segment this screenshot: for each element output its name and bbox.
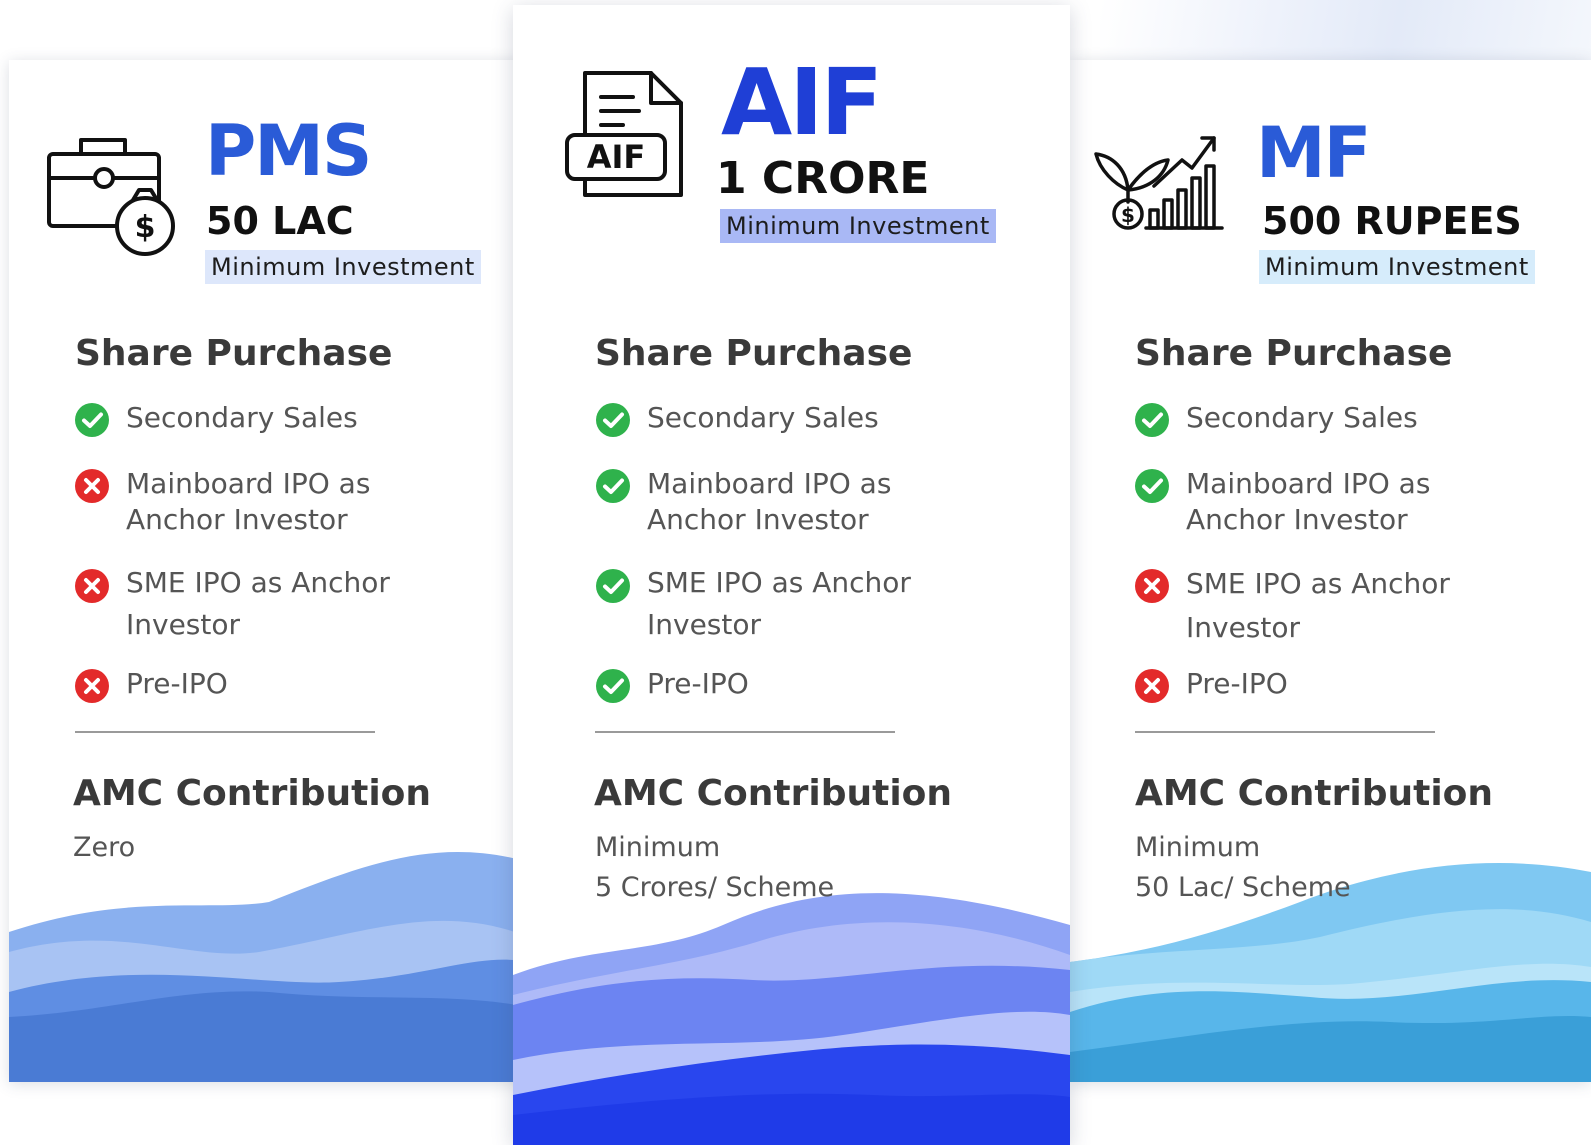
briefcase-money-icon: $ [45,128,177,260]
minimum-amount: 1 CRORE [716,153,930,204]
amc-contribution-value: Minimum 50 Lac/ Scheme [1135,828,1351,908]
feature-label: Pre-IPO [126,667,228,700]
share-purchase-title: Share Purchase [1135,333,1453,374]
pms-wave-decoration [9,851,529,1082]
feature-secondary-sales: Secondary Sales [1134,400,1554,438]
feature-label: Pre-IPO [647,667,749,700]
feature-mainboard-ipo: Mainboard IPO as Anchor Investor [595,466,915,538]
check-icon [596,469,630,503]
amc-contribution-title: AMC Contribution [594,773,953,814]
svg-text:$: $ [1121,203,1135,227]
product-name: PMS [205,110,372,192]
amc-contribution-value: Zero [73,828,135,868]
feature-label: Secondary Sales [647,401,879,434]
mf-card[interactable]: $ MF 500 RUPEES Minimum Investment Share… [1070,60,1591,1082]
amc-line-1: Minimum [595,832,721,863]
svg-text:$: $ [135,210,156,245]
minimum-investment-badge: Minimum Investment [1259,250,1535,284]
cross-icon [75,669,109,703]
feature-secondary-sales: Secondary Sales [74,400,494,438]
feature-pre-ipo: Pre-IPO [74,666,474,704]
cross-icon [75,569,109,603]
minimum-amount: 500 RUPEES [1262,199,1522,243]
cross-icon [1135,669,1169,703]
feature-mainboard-ipo: Mainboard IPO as Anchor Investor [74,466,394,538]
aif-card[interactable]: AIF AIF 1 CRORE Minimum Investment Share… [513,5,1070,1145]
share-purchase-title: Share Purchase [595,333,913,374]
feature-pre-ipo: Pre-IPO [595,666,995,704]
check-icon [596,569,630,603]
amc-contribution-title: AMC Contribution [73,773,432,814]
aif-document-icon: AIF [563,69,687,201]
divider [595,731,895,733]
feature-label: Mainboard IPO as Anchor Investor [126,467,371,536]
feature-sme-ipo: SME IPO as Anchor Investor [1134,566,1474,650]
pms-card[interactable]: $ PMS 50 LAC Minimum Investment Share Pu… [9,60,529,1082]
amc-line-1: Zero [73,832,136,863]
plant-growth-chart-icon: $ [1094,126,1224,238]
feature-label: Secondary Sales [126,401,358,434]
amc-line-1: Minimum [1135,832,1261,863]
feature-label: Secondary Sales [1186,401,1418,434]
feature-secondary-sales: Secondary Sales [595,400,1015,438]
cross-icon [1135,569,1169,603]
share-purchase-title: Share Purchase [75,333,393,374]
feature-label: SME IPO as Anchor Investor [126,566,390,641]
feature-label: SME IPO as Anchor Investor [1186,567,1450,644]
product-name: AIF [721,49,883,156]
aif-wave-decoration [513,893,1070,1145]
feature-label: Mainboard IPO as Anchor Investor [647,467,892,536]
check-icon [596,669,630,703]
check-icon [1135,469,1169,503]
feature-pre-ipo: Pre-IPO [1134,666,1534,704]
feature-label: Pre-IPO [1186,667,1288,700]
feature-sme-ipo: SME IPO as Anchor Investor [74,566,414,646]
product-name: MF [1256,112,1371,194]
minimum-investment-badge: Minimum Investment [720,209,996,243]
divider [1135,731,1435,733]
amc-line-2: 50 Lac/ Scheme [1135,872,1351,903]
amc-contribution-value: Minimum 5 Crores/ Scheme [595,828,834,908]
aif-icon-text: AIF [587,138,646,176]
minimum-amount: 50 LAC [206,199,354,243]
amc-line-2: 5 Crores/ Scheme [595,872,835,903]
check-icon [75,403,109,437]
amc-contribution-title: AMC Contribution [1135,773,1494,814]
cross-icon [75,469,109,503]
minimum-investment-badge: Minimum Investment [205,250,481,284]
feature-label: Mainboard IPO as Anchor Investor [1186,467,1431,536]
feature-label: SME IPO as Anchor Investor [647,566,911,641]
divider [75,731,375,733]
feature-sme-ipo: SME IPO as Anchor Investor [595,566,935,646]
feature-mainboard-ipo: Mainboard IPO as Anchor Investor [1134,466,1454,538]
check-icon [596,403,630,437]
check-icon [1135,403,1169,437]
